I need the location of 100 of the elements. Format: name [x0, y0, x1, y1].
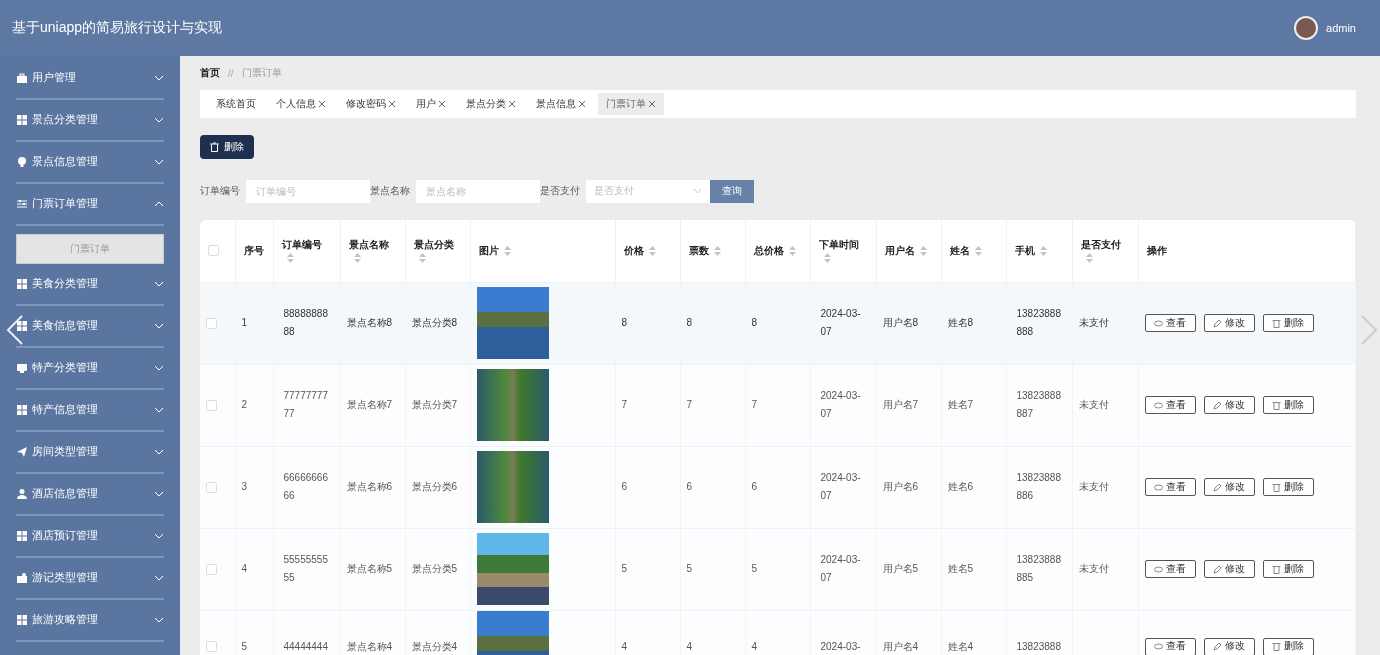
sidebar-item[interactable]: 房间类型管理 [16, 432, 164, 474]
row-checkbox[interactable] [206, 563, 217, 575]
table-cell: 5 [686, 563, 693, 574]
tab[interactable]: 门票订单 [598, 93, 664, 115]
row-checkbox[interactable] [206, 317, 217, 329]
breadcrumb-item[interactable]: 首页 [200, 66, 220, 80]
sidebar-item[interactable]: 美食信息管理 [16, 306, 164, 348]
table-cell: 7 [686, 399, 693, 410]
tab[interactable]: 系统首页 [208, 93, 264, 115]
action-button[interactable]: 删除 [1262, 478, 1314, 496]
sidebar-item[interactable]: 酒店预订管理 [16, 516, 164, 558]
sort-icon[interactable] [648, 246, 656, 257]
filter-label: 订单编号 [200, 184, 240, 198]
action-button[interactable]: 查看 [1144, 478, 1196, 496]
table-cell: 4 [686, 640, 693, 652]
table-cell: 姓名5 [947, 563, 974, 574]
sort-icon[interactable] [974, 246, 982, 257]
sidebar-item[interactable]: 用户管理 [16, 58, 164, 100]
sidebar-item[interactable]: 酒店信息管理 [16, 474, 164, 516]
row-checkbox[interactable] [206, 481, 217, 493]
chevron-down-icon [154, 449, 164, 455]
sort-icon[interactable] [919, 246, 927, 257]
grid-icon [16, 320, 28, 332]
pencil-icon [1213, 642, 1222, 651]
tab[interactable]: 修改密码 [338, 93, 404, 115]
pencil-icon [1213, 318, 1222, 328]
table-cell: 6666666666 [283, 472, 328, 501]
close-icon[interactable] [508, 100, 516, 108]
table-cell: 景点名称6 [346, 481, 393, 492]
chevron-down-icon [154, 491, 164, 497]
close-icon[interactable] [578, 100, 586, 108]
sidebar-item[interactable]: 特产分类管理 [16, 348, 164, 390]
sort-icon[interactable] [788, 246, 796, 257]
sidebar-item[interactable]: 特产信息管理 [16, 390, 164, 432]
table-cell: 2 [241, 399, 248, 410]
table-cell: 2024-03- [820, 640, 861, 652]
chevron-right-icon[interactable] [1360, 315, 1378, 345]
close-icon[interactable] [648, 100, 656, 108]
sort-icon[interactable] [823, 253, 831, 264]
chevron-down-icon [154, 365, 164, 371]
tab[interactable]: 用户 [408, 93, 454, 115]
action-button[interactable]: 查看 [1144, 637, 1196, 655]
sort-icon[interactable] [503, 246, 511, 257]
action-button[interactable]: 修改 [1203, 396, 1255, 414]
input-field[interactable]: 景点名称 [416, 179, 540, 203]
action-button[interactable]: 修改 [1203, 637, 1255, 655]
action-button[interactable]: 查看 [1144, 314, 1196, 332]
row-checkbox[interactable] [206, 641, 217, 652]
avatar[interactable] [1294, 16, 1319, 40]
sidebar-item[interactable]: 门票订单管理 [16, 184, 164, 226]
sort-icon[interactable] [1039, 246, 1047, 257]
breadcrumb-separator: // [228, 67, 234, 79]
action-button[interactable]: 删除 [1262, 396, 1314, 414]
chevron-down-icon [693, 188, 702, 194]
eye-icon [1154, 564, 1163, 574]
chevron-left-icon[interactable] [6, 315, 24, 345]
sidebar-item[interactable]: 景点分类管理 [16, 100, 164, 142]
trash-icon [1272, 642, 1281, 651]
user-name[interactable]: admin [1326, 22, 1356, 34]
table-cell: 6 [686, 481, 693, 492]
close-icon[interactable] [438, 100, 446, 108]
action-button[interactable]: 删除 [1262, 637, 1314, 655]
table-cell: 5 [751, 563, 758, 574]
sidebar-item[interactable]: 美食分类管理 [16, 264, 164, 306]
tab[interactable]: 景点信息 [528, 93, 594, 115]
table-cell: 13823888886 [1016, 472, 1061, 501]
action-button[interactable]: 查看 [1144, 560, 1196, 578]
action-button[interactable]: 删除 [1262, 560, 1314, 578]
table-cell: 姓名8 [947, 317, 974, 328]
sort-icon[interactable] [713, 246, 721, 257]
action-button[interactable]: 修改 [1203, 478, 1255, 496]
action-button[interactable]: 删除 [1262, 314, 1314, 332]
tab[interactable]: 景点分类 [458, 93, 524, 115]
pencil-icon [1213, 482, 1222, 492]
table-cell: 5 [621, 563, 628, 574]
close-icon[interactable] [388, 100, 396, 108]
sidebar-item[interactable]: 游记类型管理 [16, 558, 164, 600]
action-button[interactable]: 查看 [1144, 396, 1196, 414]
table-cell: 姓名4 [947, 640, 974, 652]
sort-icon[interactable] [418, 253, 426, 264]
table-cell: 景点名称7 [346, 399, 393, 410]
row-checkbox[interactable] [206, 399, 217, 411]
sidebar-item[interactable]: 旅游攻略管理 [16, 600, 164, 642]
table-cell: 4 [621, 640, 628, 652]
wallet-icon [16, 572, 28, 584]
chevron-down-icon [154, 533, 164, 539]
delete-button[interactable]: 删除 [200, 135, 254, 159]
chevron-down-icon [154, 117, 164, 123]
sort-icon[interactable] [353, 253, 361, 264]
table-cell: 景点分类4 [411, 640, 458, 652]
action-button[interactable]: 修改 [1203, 314, 1255, 332]
tab[interactable]: 个人信息 [268, 93, 334, 115]
sort-icon[interactable] [286, 253, 294, 264]
action-button[interactable]: 修改 [1203, 560, 1255, 578]
search-button[interactable]: 查询 [710, 179, 754, 203]
close-icon[interactable] [318, 100, 326, 108]
select-all-checkbox[interactable] [208, 245, 219, 257]
sidebar-item[interactable]: 景点信息管理 [16, 142, 164, 184]
sort-icon[interactable] [1085, 253, 1093, 264]
filter-label: 景点名称 [370, 184, 410, 198]
